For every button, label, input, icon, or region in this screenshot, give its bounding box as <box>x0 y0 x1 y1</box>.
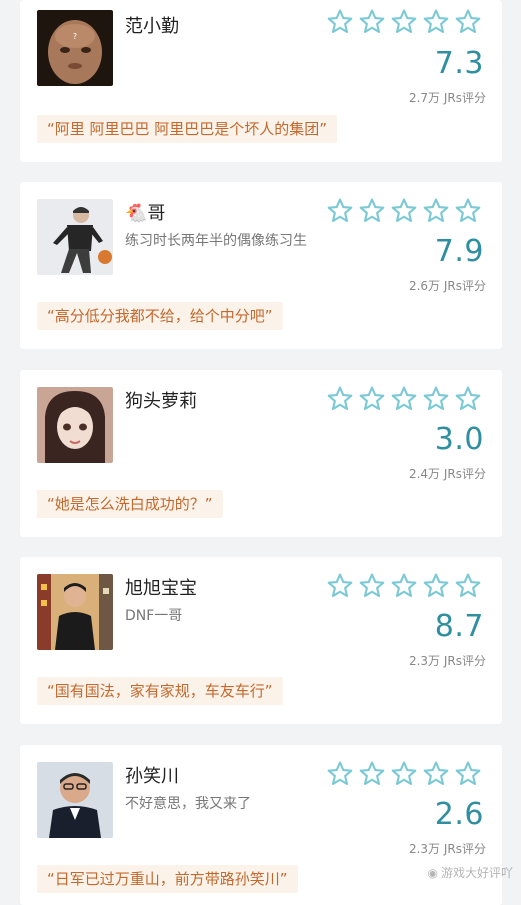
star-rating[interactable] <box>326 8 482 36</box>
hot-comment[interactable]: “她是怎么洗白成功的？” <box>37 490 223 518</box>
star-icon[interactable] <box>358 760 386 788</box>
score: 7.3 <box>434 46 484 81</box>
avatar[interactable]: ? <box>37 10 113 86</box>
weibo-icon: ◉ <box>427 865 438 880</box>
rating-card[interactable]: 旭旭宝宝 DNF一哥 8.7 2.3万 JRs评分 “国有国法，家有家规，车友车… <box>20 557 502 724</box>
score: 2.6 <box>434 797 484 832</box>
star-icon[interactable] <box>326 572 354 600</box>
rating-count: 2.4万 JRs评分 <box>408 467 486 481</box>
star-icon[interactable] <box>358 572 386 600</box>
star-icon[interactable] <box>422 385 450 413</box>
avatar[interactable] <box>37 762 113 838</box>
score: 3.0 <box>434 422 484 457</box>
star-icon[interactable] <box>390 197 418 225</box>
star-icon[interactable] <box>390 760 418 788</box>
star-icon[interactable] <box>390 385 418 413</box>
person-name: 旭旭宝宝 <box>125 578 197 599</box>
star-icon[interactable] <box>422 760 450 788</box>
star-icon[interactable] <box>454 385 482 413</box>
star-icon[interactable] <box>422 197 450 225</box>
star-icon[interactable] <box>326 385 354 413</box>
rating-card[interactable]: 孙笑川 不好意思，我又来了 2.6 2.3万 JRs评分 “日军已过万重山，前方… <box>20 745 502 905</box>
star-icon[interactable] <box>390 572 418 600</box>
star-icon[interactable] <box>326 8 354 36</box>
avatar[interactable] <box>37 199 113 275</box>
watermark: ◉ 游戏大好评吖 <box>428 864 514 881</box>
rating-count: 2.7万 JRs评分 <box>408 91 486 105</box>
rating-card[interactable]: 🐔哥 练习时长两年半的偶像练习生 7.9 2.6万 JRs评分 “高分低分我都不… <box>20 182 502 349</box>
star-rating[interactable] <box>326 760 482 788</box>
star-icon[interactable] <box>422 8 450 36</box>
avatar-image <box>37 387 113 463</box>
star-icon[interactable] <box>454 197 482 225</box>
svg-text:?: ? <box>73 32 77 41</box>
score: 7.9 <box>434 234 484 269</box>
rating-card[interactable]: ? 范小勤 7.3 2.7万 JRs评分 “阿里 阿里巴巴 阿里巴巴是个坏人的集… <box>20 0 502 162</box>
star-icon[interactable] <box>326 760 354 788</box>
person-name: 范小勤 <box>125 16 179 37</box>
star-icon[interactable] <box>358 197 386 225</box>
star-icon[interactable] <box>390 8 418 36</box>
rating-count: 2.6万 JRs评分 <box>408 279 486 293</box>
star-icon[interactable] <box>454 8 482 36</box>
score: 8.7 <box>434 609 484 644</box>
star-rating[interactable] <box>326 385 482 413</box>
rating-count: 2.3万 JRs评分 <box>408 654 486 668</box>
person-name: 狗头萝莉 <box>125 391 197 412</box>
person-name: 🐔哥 <box>125 203 166 224</box>
hot-comment[interactable]: “阿里 阿里巴巴 阿里巴巴是个坏人的集团” <box>37 115 338 143</box>
rating-count: 2.3万 JRs评分 <box>408 842 486 856</box>
person-subtitle: 练习时长两年半的偶像练习生 <box>125 233 307 249</box>
rating-card[interactable]: 狗头萝莉 3.0 2.4万 JRs评分 “她是怎么洗白成功的？” <box>20 370 502 537</box>
star-icon[interactable] <box>326 197 354 225</box>
hot-comment[interactable]: “日军已过万重山，前方带路孙笑川” <box>37 865 298 893</box>
avatar-image <box>37 574 113 650</box>
hot-comment[interactable]: “高分低分我都不给，给个中分吧” <box>37 302 283 330</box>
person-name: 孙笑川 <box>125 766 179 787</box>
star-rating[interactable] <box>326 572 482 600</box>
star-icon[interactable] <box>454 760 482 788</box>
person-subtitle: 不好意思，我又来了 <box>125 796 251 812</box>
avatar[interactable] <box>37 574 113 650</box>
star-rating[interactable] <box>326 197 482 225</box>
avatar[interactable] <box>37 387 113 463</box>
avatar-image <box>37 199 113 275</box>
hot-comment[interactable]: “国有国法，家有家规，车友车行” <box>37 677 283 705</box>
star-icon[interactable] <box>358 8 386 36</box>
avatar-image: ? <box>37 10 113 86</box>
watermark-text: 游戏大好评吖 <box>440 866 513 880</box>
avatar-image <box>37 762 113 838</box>
star-icon[interactable] <box>454 572 482 600</box>
person-subtitle: DNF一哥 <box>125 608 183 624</box>
star-icon[interactable] <box>422 572 450 600</box>
star-icon[interactable] <box>358 385 386 413</box>
